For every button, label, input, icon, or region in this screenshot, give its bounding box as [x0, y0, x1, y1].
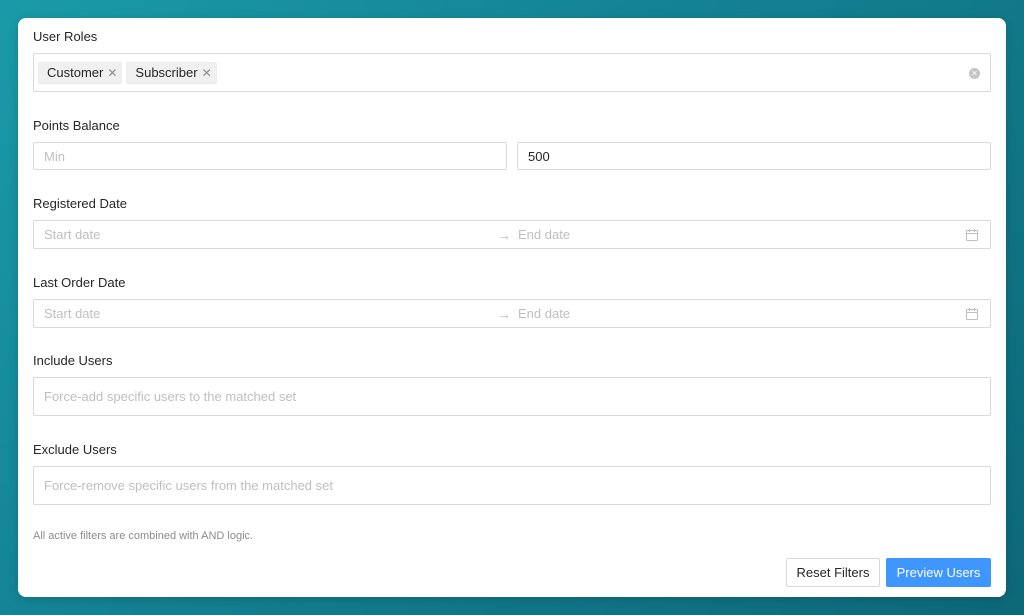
exclude-users-label: Exclude Users	[33, 442, 117, 457]
filter-panel: User Roles Customer ✕ Subscriber ✕ ✕ Poi…	[18, 18, 1006, 597]
role-tag-customer: Customer ✕	[38, 61, 123, 84]
include-users-select[interactable]: Force-add specific users to the matched …	[33, 377, 991, 416]
registered-start-date[interactable]: Start date	[44, 227, 100, 242]
calendar-icon[interactable]	[966, 228, 978, 241]
include-users-placeholder: Force-add specific users to the matched …	[44, 389, 297, 404]
filter-logic-note: All active filters are combined with AND…	[33, 530, 254, 542]
registered-date-label: Registered Date	[33, 196, 127, 211]
last-order-start-date[interactable]: Start date	[44, 306, 100, 321]
user-roles-select[interactable]: Customer ✕ Subscriber ✕ ✕	[33, 53, 991, 92]
exclude-users-select[interactable]: Force-remove specific users from the mat…	[33, 466, 991, 505]
include-users-label: Include Users	[33, 353, 113, 368]
role-tag-label: Customer	[47, 65, 104, 80]
arrow-right-icon: →	[497, 305, 511, 322]
arrow-right-icon: →	[497, 226, 511, 243]
role-tag-label: Subscriber	[135, 65, 198, 80]
reset-filters-button[interactable]: Reset Filters	[786, 558, 880, 587]
close-icon[interactable]: ✕	[107, 67, 117, 79]
points-balance-label: Points Balance	[33, 118, 120, 133]
last-order-date-label: Last Order Date	[33, 275, 126, 290]
exclude-users-placeholder: Force-remove specific users from the mat…	[44, 478, 333, 493]
last-order-date-range[interactable]: Start date → End date	[33, 299, 991, 328]
preview-users-button[interactable]: Preview Users	[886, 558, 991, 587]
calendar-icon[interactable]	[966, 307, 978, 320]
points-max-value: 500	[528, 148, 550, 164]
user-roles-label: User Roles	[33, 29, 98, 44]
last-order-end-date[interactable]: End date	[518, 306, 570, 321]
clear-circle-icon[interactable]: ✕	[969, 67, 980, 79]
registered-date-range[interactable]: Start date → End date	[33, 220, 991, 249]
registered-end-date[interactable]: End date	[518, 227, 570, 242]
points-min-placeholder: Min	[44, 148, 65, 164]
role-tag-subscriber: Subscriber ✕	[126, 61, 217, 84]
points-max-input[interactable]: 500	[517, 142, 991, 170]
points-min-input[interactable]: Min	[33, 142, 507, 170]
close-icon[interactable]: ✕	[202, 67, 212, 79]
